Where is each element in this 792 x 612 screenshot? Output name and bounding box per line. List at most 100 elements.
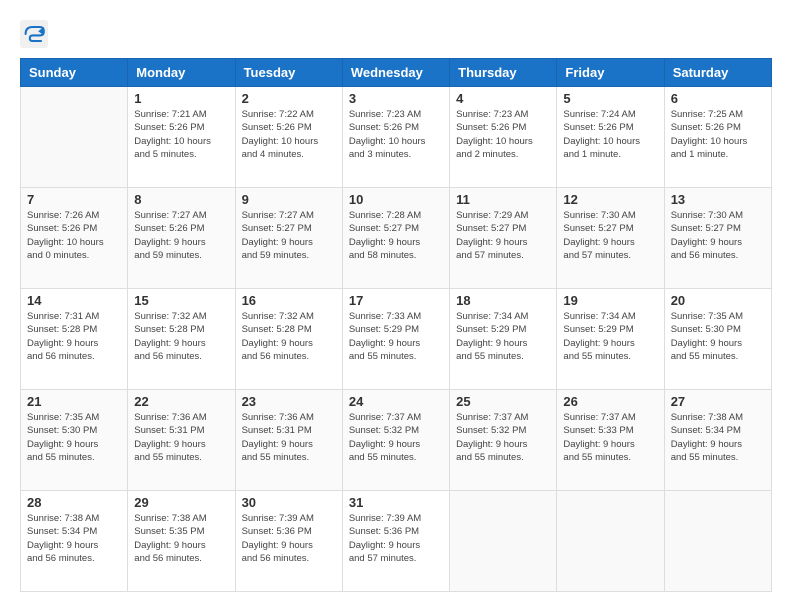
- page: SundayMondayTuesdayWednesdayThursdayFrid…: [0, 0, 792, 612]
- calendar-cell: 30Sunrise: 7:39 AM Sunset: 5:36 PM Dayli…: [235, 491, 342, 592]
- day-number: 31: [349, 495, 443, 510]
- day-number: 17: [349, 293, 443, 308]
- day-info: Sunrise: 7:28 AM Sunset: 5:27 PM Dayligh…: [349, 209, 443, 262]
- calendar: SundayMondayTuesdayWednesdayThursdayFrid…: [20, 58, 772, 592]
- calendar-cell: 19 Sunrise: 7:34 AM Sunset: 5:29 PM Dayli…: [557, 289, 664, 390]
- calendar-cell: 28 Sunrise: 7:38 AM Sunset: 5:34 PM Dayli…: [21, 491, 128, 592]
- calendar-cell: [450, 491, 557, 592]
- day-info: Sunrise: 7:38 AM Sunset: 5:35 PM Dayligh…: [134, 512, 228, 565]
- calendar-cell: [664, 491, 771, 592]
- calendar-cell: 9Sunrise: 7:27 AM Sunset: 5:27 PM Daylig…: [235, 188, 342, 289]
- week-row-5: 28 Sunrise: 7:38 AM Sunset: 5:34 PM Dayli…: [21, 491, 772, 592]
- calendar-cell: 11 Sunrise: 7:29 AM Sunset: 5:27 PM Dayli…: [450, 188, 557, 289]
- calendar-cell: 16 Sunrise: 7:32 AM Sunset: 5:28 PM Dayli…: [235, 289, 342, 390]
- calendar-cell: 13Sunrise: 7:30 AM Sunset: 5:27 PM Dayli…: [664, 188, 771, 289]
- day-number: 23: [242, 394, 336, 409]
- weekday-header-wednesday: Wednesday: [342, 59, 449, 87]
- weekday-header-tuesday: Tuesday: [235, 59, 342, 87]
- day-number: 10: [349, 192, 443, 207]
- day-info: Sunrise: 7:35 AM Sunset: 5:30 PM Dayligh…: [671, 310, 765, 363]
- day-number: 12: [563, 192, 657, 207]
- day-number: 4: [456, 91, 550, 106]
- day-info: Sunrise: 7:25 AM Sunset: 5:26 PM Dayligh…: [671, 108, 765, 161]
- calendar-cell: 24 Sunrise: 7:37 AM Sunset: 5:32 PM Dayli…: [342, 390, 449, 491]
- calendar-cell: 31 Sunrise: 7:39 AM Sunset: 5:36 PM Dayli…: [342, 491, 449, 592]
- calendar-cell: 15 Sunrise: 7:32 AM Sunset: 5:28 PM Dayli…: [128, 289, 235, 390]
- day-number: 19: [563, 293, 657, 308]
- day-info: Sunrise: 7:26 AM Sunset: 5:26 PM Dayligh…: [27, 209, 121, 262]
- day-number: 8: [134, 192, 228, 207]
- day-number: 2: [242, 91, 336, 106]
- calendar-cell: 25 Sunrise: 7:37 AM Sunset: 5:32 PM Dayli…: [450, 390, 557, 491]
- day-info: Sunrise: 7:37 AM Sunset: 5:33 PM Dayligh…: [563, 411, 657, 464]
- day-number: 3: [349, 91, 443, 106]
- day-info: Sunrise: 7:33 AM Sunset: 5:29 PM Dayligh…: [349, 310, 443, 363]
- calendar-cell: 3Sunrise: 7:23 AM Sunset: 5:26 PM Daylig…: [342, 87, 449, 188]
- day-number: 26: [563, 394, 657, 409]
- calendar-cell: 8 Sunrise: 7:27 AM Sunset: 5:26 PM Daylig…: [128, 188, 235, 289]
- day-info: Sunrise: 7:27 AM Sunset: 5:26 PM Dayligh…: [134, 209, 228, 262]
- day-info: Sunrise: 7:21 AM Sunset: 5:26 PM Dayligh…: [134, 108, 228, 161]
- calendar-cell: 26 Sunrise: 7:37 AM Sunset: 5:33 PM Dayli…: [557, 390, 664, 491]
- calendar-cell: 18 Sunrise: 7:34 AM Sunset: 5:29 PM Dayli…: [450, 289, 557, 390]
- calendar-cell: 29 Sunrise: 7:38 AM Sunset: 5:35 PM Dayli…: [128, 491, 235, 592]
- day-number: 11: [456, 192, 550, 207]
- day-number: 24: [349, 394, 443, 409]
- day-number: 21: [27, 394, 121, 409]
- day-info: Sunrise: 7:29 AM Sunset: 5:27 PM Dayligh…: [456, 209, 550, 262]
- calendar-cell: 5Sunrise: 7:24 AM Sunset: 5:26 PM Daylig…: [557, 87, 664, 188]
- calendar-cell: 20 Sunrise: 7:35 AM Sunset: 5:30 PM Dayli…: [664, 289, 771, 390]
- day-info: Sunrise: 7:32 AM Sunset: 5:28 PM Dayligh…: [134, 310, 228, 363]
- header: [20, 20, 772, 48]
- weekday-header-monday: Monday: [128, 59, 235, 87]
- calendar-cell: 17 Sunrise: 7:33 AM Sunset: 5:29 PM Dayli…: [342, 289, 449, 390]
- week-row-1: 1 Sunrise: 7:21 AM Sunset: 5:26 PM Daylig…: [21, 87, 772, 188]
- day-info: Sunrise: 7:34 AM Sunset: 5:29 PM Dayligh…: [563, 310, 657, 363]
- weekday-header-friday: Friday: [557, 59, 664, 87]
- day-info: Sunrise: 7:30 AM Sunset: 5:27 PM Dayligh…: [671, 209, 765, 262]
- week-row-4: 21 Sunrise: 7:35 AM Sunset: 5:30 PM Dayli…: [21, 390, 772, 491]
- day-info: Sunrise: 7:32 AM Sunset: 5:28 PM Dayligh…: [242, 310, 336, 363]
- weekday-header-sunday: Sunday: [21, 59, 128, 87]
- day-number: 25: [456, 394, 550, 409]
- week-row-3: 14Sunrise: 7:31 AM Sunset: 5:28 PM Dayli…: [21, 289, 772, 390]
- day-number: 6: [671, 91, 765, 106]
- day-info: Sunrise: 7:37 AM Sunset: 5:32 PM Dayligh…: [349, 411, 443, 464]
- day-number: 30: [242, 495, 336, 510]
- day-number: 22: [134, 394, 228, 409]
- calendar-cell: 4Sunrise: 7:23 AM Sunset: 5:26 PM Daylig…: [450, 87, 557, 188]
- day-info: Sunrise: 7:38 AM Sunset: 5:34 PM Dayligh…: [671, 411, 765, 464]
- day-info: Sunrise: 7:36 AM Sunset: 5:31 PM Dayligh…: [242, 411, 336, 464]
- day-number: 18: [456, 293, 550, 308]
- calendar-cell: 7 Sunrise: 7:26 AM Sunset: 5:26 PM Daylig…: [21, 188, 128, 289]
- day-info: Sunrise: 7:30 AM Sunset: 5:27 PM Dayligh…: [563, 209, 657, 262]
- day-number: 15: [134, 293, 228, 308]
- day-info: Sunrise: 7:37 AM Sunset: 5:32 PM Dayligh…: [456, 411, 550, 464]
- day-info: Sunrise: 7:22 AM Sunset: 5:26 PM Dayligh…: [242, 108, 336, 161]
- day-info: Sunrise: 7:24 AM Sunset: 5:26 PM Dayligh…: [563, 108, 657, 161]
- calendar-cell: 22Sunrise: 7:36 AM Sunset: 5:31 PM Dayli…: [128, 390, 235, 491]
- calendar-cell: 12 Sunrise: 7:30 AM Sunset: 5:27 PM Dayli…: [557, 188, 664, 289]
- day-info: Sunrise: 7:39 AM Sunset: 5:36 PM Dayligh…: [349, 512, 443, 565]
- day-number: 16: [242, 293, 336, 308]
- logo-icon: [20, 20, 48, 48]
- day-number: 27: [671, 394, 765, 409]
- day-info: Sunrise: 7:35 AM Sunset: 5:30 PM Dayligh…: [27, 411, 121, 464]
- day-number: 20: [671, 293, 765, 308]
- weekday-header-row: SundayMondayTuesdayWednesdayThursdayFrid…: [21, 59, 772, 87]
- day-info: Sunrise: 7:38 AM Sunset: 5:34 PM Dayligh…: [27, 512, 121, 565]
- day-info: Sunrise: 7:27 AM Sunset: 5:27 PM Dayligh…: [242, 209, 336, 262]
- week-row-2: 7 Sunrise: 7:26 AM Sunset: 5:26 PM Daylig…: [21, 188, 772, 289]
- calendar-cell: 6 Sunrise: 7:25 AM Sunset: 5:26 PM Daylig…: [664, 87, 771, 188]
- day-info: Sunrise: 7:34 AM Sunset: 5:29 PM Dayligh…: [456, 310, 550, 363]
- day-number: 7: [27, 192, 121, 207]
- logo: [20, 20, 52, 48]
- day-number: 28: [27, 495, 121, 510]
- weekday-header-saturday: Saturday: [664, 59, 771, 87]
- calendar-cell: 21 Sunrise: 7:35 AM Sunset: 5:30 PM Dayli…: [21, 390, 128, 491]
- calendar-cell: 14Sunrise: 7:31 AM Sunset: 5:28 PM Dayli…: [21, 289, 128, 390]
- day-number: 29: [134, 495, 228, 510]
- calendar-cell: 1 Sunrise: 7:21 AM Sunset: 5:26 PM Daylig…: [128, 87, 235, 188]
- day-number: 1: [134, 91, 228, 106]
- calendar-cell: 10 Sunrise: 7:28 AM Sunset: 5:27 PM Dayli…: [342, 188, 449, 289]
